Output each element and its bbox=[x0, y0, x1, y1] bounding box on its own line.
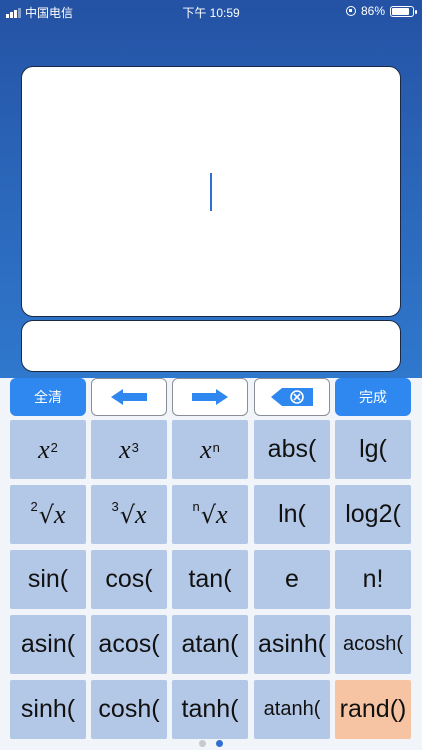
key-x-power-n[interactable]: xn bbox=[172, 420, 248, 479]
key-cos[interactable]: cos( bbox=[91, 550, 167, 609]
result-display bbox=[21, 320, 401, 372]
arrow-left-icon bbox=[111, 389, 147, 405]
arrow-right-icon bbox=[192, 389, 228, 405]
math-keyboard: 全清 完成 x2 x3 xn abs( lg(2 √ x 3 √ x n √ … bbox=[0, 378, 422, 750]
cursor-right-button[interactable] bbox=[172, 378, 248, 416]
page-indicator[interactable] bbox=[0, 740, 422, 747]
key-tanh[interactable]: tanh( bbox=[172, 680, 248, 739]
clear-all-button[interactable]: 全清 bbox=[10, 378, 86, 416]
status-bar: 中国电信 下午 10:59 86% bbox=[0, 0, 422, 22]
done-button[interactable]: 完成 bbox=[335, 378, 411, 416]
key-atanh[interactable]: atanh( bbox=[254, 680, 330, 739]
key-base: x bbox=[215, 499, 228, 529]
page-dot[interactable] bbox=[199, 740, 206, 747]
key-nth-root[interactable]: n √ x bbox=[172, 485, 248, 544]
key-x-cubed[interactable]: x3 bbox=[91, 420, 167, 479]
backspace-icon bbox=[271, 388, 313, 406]
key-sinh[interactable]: sinh( bbox=[10, 680, 86, 739]
radical-icon: √ bbox=[119, 500, 135, 529]
key-exponent: n bbox=[212, 440, 220, 455]
battery-percent: 86% bbox=[360, 4, 385, 18]
key-rand[interactable]: rand() bbox=[335, 680, 411, 739]
key-e[interactable]: e bbox=[254, 550, 330, 609]
root-index: 3 bbox=[111, 499, 119, 514]
key-sin[interactable]: sin( bbox=[10, 550, 86, 609]
battery-icon bbox=[390, 5, 417, 17]
radical-icon: √ bbox=[200, 500, 216, 529]
key-cube-root[interactable]: 3 √ x bbox=[91, 485, 167, 544]
key-tan[interactable]: tan( bbox=[172, 550, 248, 609]
root-index: n bbox=[192, 499, 200, 514]
key-base: x bbox=[119, 434, 131, 464]
control-row: 全清 完成 bbox=[0, 378, 422, 418]
key-atan[interactable]: atan( bbox=[172, 615, 248, 674]
expression-input[interactable] bbox=[21, 66, 401, 317]
key-log2[interactable]: log2( bbox=[335, 485, 411, 544]
key-abs[interactable]: abs( bbox=[254, 420, 330, 479]
key-base: x bbox=[200, 434, 212, 464]
text-cursor bbox=[210, 173, 212, 211]
key-exponent: 2 bbox=[50, 440, 58, 455]
key-cosh[interactable]: cosh( bbox=[91, 680, 167, 739]
key-factorial[interactable]: n! bbox=[335, 550, 411, 609]
key-x-squared[interactable]: x2 bbox=[10, 420, 86, 479]
key-square-root[interactable]: 2 √ x bbox=[10, 485, 86, 544]
key-base: x bbox=[134, 499, 147, 529]
cursor-left-button[interactable] bbox=[91, 378, 167, 416]
key-asinh[interactable]: asinh( bbox=[254, 615, 330, 674]
key-exponent: 3 bbox=[131, 440, 139, 455]
rotation-lock-icon bbox=[345, 6, 356, 16]
key-base: x bbox=[38, 434, 50, 464]
radical-icon: √ bbox=[38, 500, 54, 529]
key-ln[interactable]: ln( bbox=[254, 485, 330, 544]
key-asin[interactable]: asin( bbox=[10, 615, 86, 674]
key-lg[interactable]: lg( bbox=[335, 420, 411, 479]
key-acosh[interactable]: acosh( bbox=[335, 615, 411, 674]
key-acos[interactable]: acos( bbox=[91, 615, 167, 674]
root-index: 2 bbox=[30, 499, 38, 514]
key-base: x bbox=[53, 499, 66, 529]
page-dot-active[interactable] bbox=[216, 740, 223, 747]
backspace-button[interactable] bbox=[254, 378, 330, 416]
